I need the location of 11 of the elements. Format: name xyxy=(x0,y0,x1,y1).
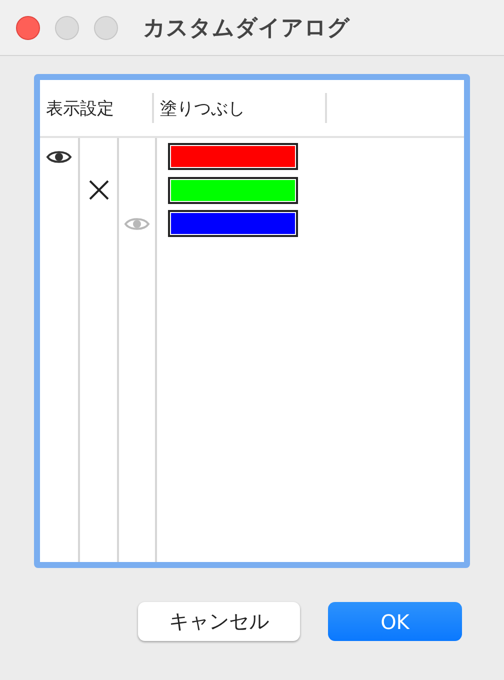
cancel-button[interactable]: キャンセル xyxy=(138,602,300,641)
column-header[interactable]: 塗りつぶし xyxy=(152,93,325,123)
window-title: カスタムダイアログ xyxy=(143,14,350,42)
fill-swatch[interactable] xyxy=(170,212,296,236)
close-icon[interactable] xyxy=(88,179,110,202)
fill-swatch[interactable] xyxy=(170,145,296,168)
close-window-button[interactable] xyxy=(16,16,40,40)
eye-icon[interactable] xyxy=(46,148,72,165)
fill-swatch[interactable] xyxy=(170,178,296,202)
ok-button[interactable]: OK xyxy=(328,602,462,641)
column-header[interactable]: 表示設定 xyxy=(40,96,152,120)
